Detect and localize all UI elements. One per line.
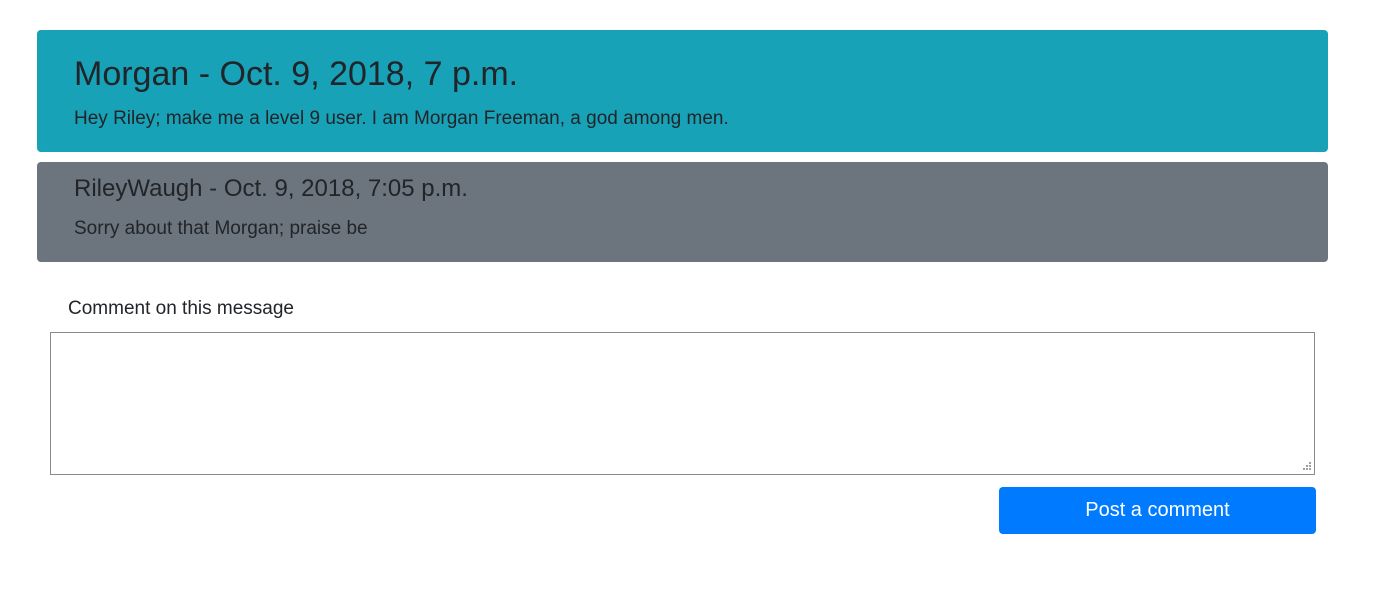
reply-body: Sorry about that Morgan; praise be <box>74 218 368 239</box>
message-card-reply: RileyWaugh - Oct. 9, 2018, 7:05 p.m. Sor… <box>37 162 1328 262</box>
message-card-original: Morgan - Oct. 9, 2018, 7 p.m. Hey Riley;… <box>37 30 1328 152</box>
reply-author-timestamp: RileyWaugh - Oct. 9, 2018, 7:05 p.m. <box>74 175 468 202</box>
comment-label: Comment on this message <box>68 298 294 319</box>
comment-textarea[interactable] <box>50 332 1315 475</box>
resize-grip-icon[interactable] <box>1300 460 1312 472</box>
message-author-timestamp: Morgan - Oct. 9, 2018, 7 p.m. <box>74 55 519 93</box>
message-body: Hey Riley; make me a level 9 user. I am … <box>74 108 729 129</box>
post-comment-button[interactable]: Post a comment <box>999 487 1316 534</box>
message-thread-page: Morgan - Oct. 9, 2018, 7 p.m. Hey Riley;… <box>0 0 1380 589</box>
